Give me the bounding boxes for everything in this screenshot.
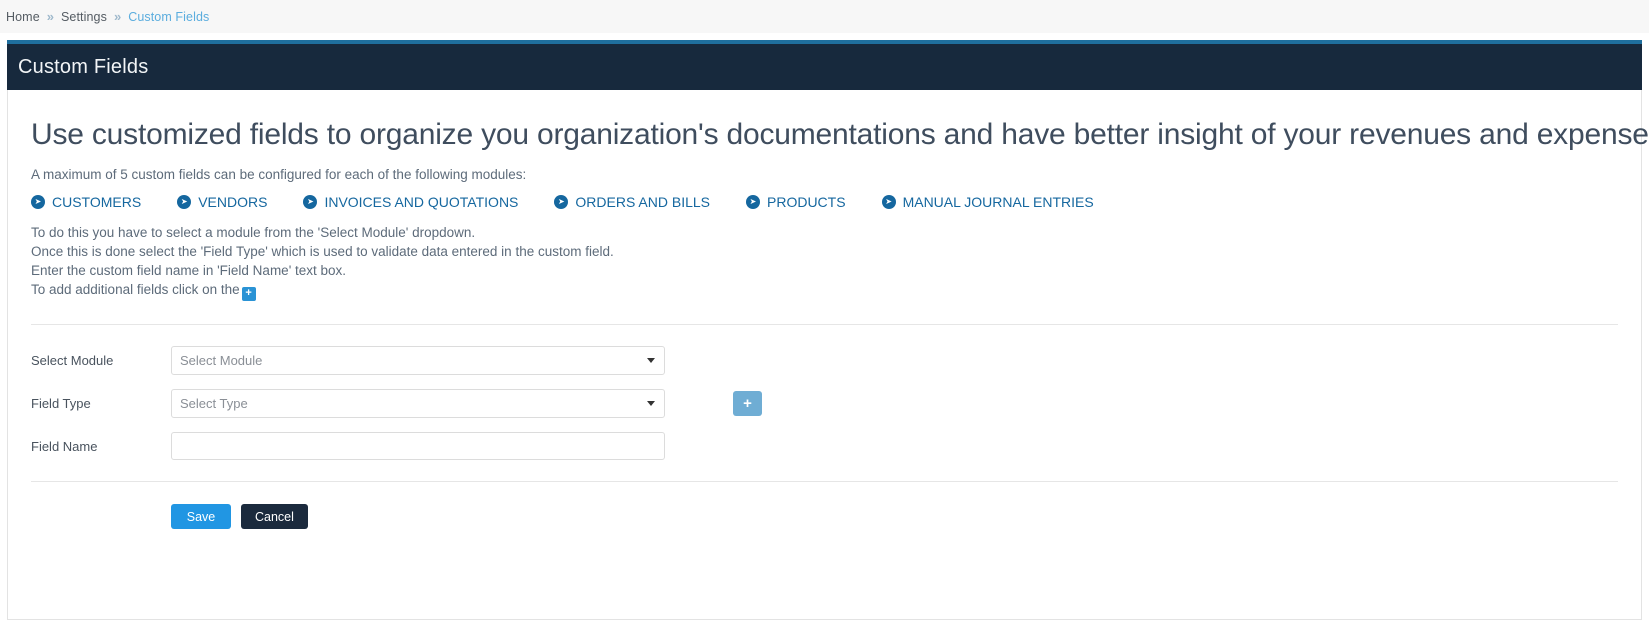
module-link-label: INVOICES AND QUOTATIONS	[324, 194, 518, 210]
field-type-control: Select Type	[171, 389, 665, 418]
chevron-right-circle-icon: ➤	[746, 195, 760, 209]
select-module-dropdown[interactable]: Select Module	[171, 346, 665, 375]
module-link-label: VENDORS	[198, 194, 267, 210]
module-link-label: PRODUCTS	[767, 194, 846, 210]
field-name-control	[171, 432, 665, 460]
headline: Use customized fields to organize you or…	[31, 90, 1618, 152]
field-type-label: Field Type	[31, 396, 171, 411]
form-row-field-name: Field Name	[31, 432, 1618, 460]
content-wrapper: Use customized fields to organize you or…	[0, 90, 1649, 620]
module-link-label: MANUAL JOURNAL ENTRIES	[903, 194, 1094, 210]
chevron-right-circle-icon: ➤	[177, 195, 191, 209]
instruction-line-4: To add additional fields click on the+	[31, 280, 1618, 301]
module-link-products[interactable]: ➤ PRODUCTS	[746, 194, 846, 210]
custom-fields-panel: Use customized fields to organize you or…	[7, 90, 1642, 620]
subtitle: A maximum of 5 custom fields can be conf…	[31, 167, 1618, 182]
page-title: Custom Fields	[18, 56, 148, 79]
breadcrumb-item-settings[interactable]: Settings	[61, 10, 107, 24]
add-field-button[interactable]: +	[733, 391, 762, 416]
page-header-wrapper: Custom Fields	[0, 33, 1649, 90]
form-row-select-module: Select Module Select Module	[31, 346, 1618, 375]
instruction-line-4-text: To add additional fields click on the	[31, 282, 240, 297]
field-type-dropdown[interactable]: Select Type	[171, 389, 665, 418]
plus-icon: +	[242, 287, 256, 301]
chevron-right-circle-icon: ➤	[31, 195, 45, 209]
custom-field-form: Select Module Select Module Field Type S…	[31, 325, 1618, 460]
save-button[interactable]: Save	[171, 504, 231, 529]
chevron-right-circle-icon: ➤	[554, 195, 568, 209]
select-module-value: Select Module	[180, 353, 262, 368]
instruction-line-1: To do this you have to select a module f…	[31, 223, 1618, 242]
module-link-customers[interactable]: ➤ CUSTOMERS	[31, 194, 141, 210]
module-link-label: CUSTOMERS	[52, 194, 141, 210]
page-header: Custom Fields	[7, 40, 1642, 90]
field-name-input[interactable]	[171, 432, 665, 460]
chevron-right-circle-icon: ➤	[303, 195, 317, 209]
module-link-vendors[interactable]: ➤ VENDORS	[177, 194, 267, 210]
module-link-manual-journal-entries[interactable]: ➤ MANUAL JOURNAL ENTRIES	[882, 194, 1094, 210]
form-row-field-type: Field Type Select Type +	[31, 389, 1618, 418]
breadcrumb-separator: »	[114, 9, 121, 24]
select-module-label: Select Module	[31, 353, 171, 368]
instruction-line-2: Once this is done select the 'Field Type…	[31, 242, 1618, 261]
instructions: To do this you have to select a module f…	[31, 223, 1618, 301]
breadcrumb: Home » Settings » Custom Fields	[0, 0, 1649, 33]
module-link-invoices-and-quotations[interactable]: ➤ INVOICES AND QUOTATIONS	[303, 194, 518, 210]
form-actions: Save Cancel	[31, 482, 1618, 529]
breadcrumb-item-home[interactable]: Home	[6, 10, 40, 24]
breadcrumb-separator: »	[47, 9, 54, 24]
module-links: ➤ CUSTOMERS ➤ VENDORS ➤ INVOICES AND QUO…	[31, 194, 1618, 210]
field-name-label: Field Name	[31, 439, 171, 454]
module-link-orders-and-bills[interactable]: ➤ ORDERS AND BILLS	[554, 194, 710, 210]
select-module-control: Select Module	[171, 346, 665, 375]
field-type-value: Select Type	[180, 396, 248, 411]
chevron-right-circle-icon: ➤	[882, 195, 896, 209]
instruction-line-3: Enter the custom field name in 'Field Na…	[31, 261, 1618, 280]
breadcrumb-item-custom-fields[interactable]: Custom Fields	[128, 10, 209, 24]
cancel-button[interactable]: Cancel	[241, 504, 308, 529]
module-link-label: ORDERS AND BILLS	[575, 194, 710, 210]
